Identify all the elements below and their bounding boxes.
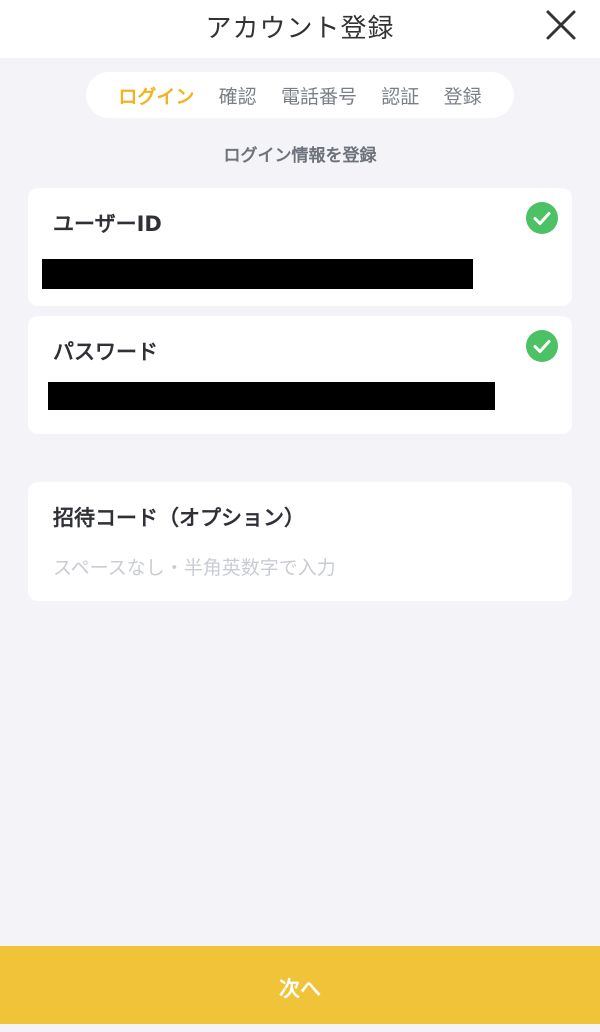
next-button[interactable]: 次へ: [0, 946, 600, 1024]
user-id-field-redacted[interactable]: [42, 259, 473, 289]
invite-code-label: 招待コード（オプション）: [53, 506, 305, 530]
password-field-redacted[interactable]: [48, 382, 495, 410]
password-label: パスワード: [53, 340, 158, 364]
header-bar: アカウント登録: [0, 0, 600, 58]
step-phone: 電話番号: [280, 85, 357, 108]
page-title: アカウント登録: [205, 14, 395, 44]
user-id-card[interactable]: ユーザーID: [28, 188, 572, 306]
step-confirm: 確認: [218, 85, 257, 108]
user-id-label: ユーザーID: [53, 212, 162, 236]
check-circle-icon: [526, 202, 558, 234]
step-login: ログイン: [118, 85, 195, 108]
invite-code-input[interactable]: [53, 554, 552, 582]
section-title: ログイン情報を登録: [223, 146, 377, 166]
step-register: 登録: [443, 85, 482, 108]
step-indicator: ログイン 確認 電話番号 認証 登録: [86, 72, 514, 118]
step-verify: 認証: [381, 85, 420, 108]
invite-code-card[interactable]: 招待コード（オプション）: [28, 482, 572, 601]
close-icon: [546, 10, 576, 40]
password-card[interactable]: パスワード: [28, 316, 572, 434]
close-button[interactable]: [544, 8, 578, 42]
check-circle-icon: [526, 330, 558, 362]
